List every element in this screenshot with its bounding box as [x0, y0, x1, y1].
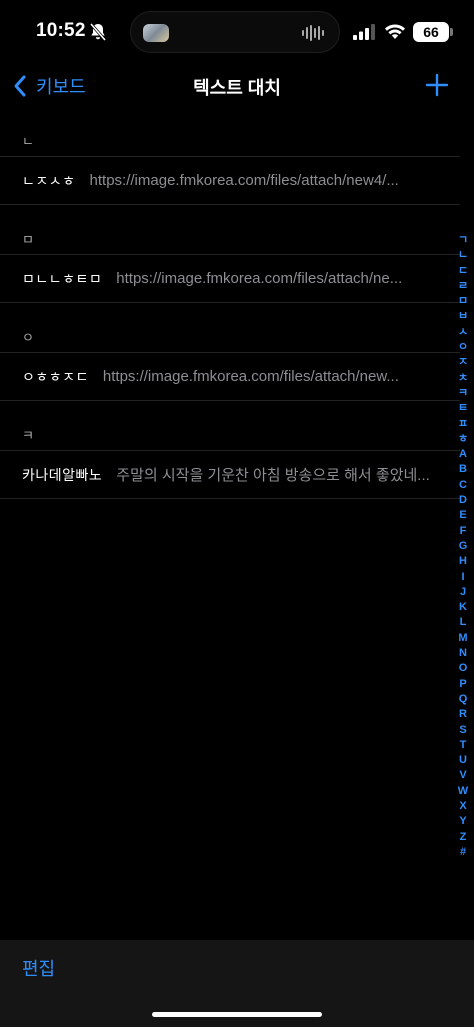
index-letter[interactable]: Y — [459, 814, 466, 829]
replacement-phrase: ㅁㄴㄴㅎㅌㅁ — [22, 270, 103, 287]
replacement-shortcut: 주말의 시작을 기운찬 아침 방송으로 해서 좋았네... — [116, 467, 430, 484]
index-letter[interactable]: ㄴ — [458, 248, 468, 263]
section-header: ㅁ — [22, 232, 34, 247]
status-time: 10:52 — [36, 20, 86, 41]
index-letter[interactable]: ㄹ — [458, 279, 468, 294]
index-letter[interactable]: R — [459, 707, 467, 722]
page-title: 텍스트 대치 — [193, 78, 281, 98]
index-letter[interactable]: # — [460, 845, 466, 860]
index-letter[interactable]: ㅌ — [458, 401, 468, 416]
index-letter[interactable]: L — [460, 615, 467, 630]
silent-bell-icon — [89, 23, 107, 41]
section-header: ㅋ — [22, 428, 34, 443]
section: ㅋ 카나데알빠노 주말의 시작을 기운찬 아침 방송으로 해서 좋았네... — [0, 420, 460, 499]
list-item[interactable]: ㅇㅎㅎㅈㄷ https://image.fmkorea.com/files/at… — [0, 352, 460, 401]
replacement-phrase: ㄴㅈㅅㅎ — [22, 172, 76, 189]
index-letter[interactable]: ㅈ — [458, 355, 468, 370]
battery-indicator: 66 — [413, 22, 449, 42]
index-letter[interactable]: M — [458, 631, 467, 646]
index-letter[interactable]: N — [459, 646, 467, 661]
replacement-shortcut: https://image.fmkorea.com/files/attach/n… — [116, 270, 403, 287]
section: ㅇ ㅇㅎㅎㅈㄷ https://image.fmkorea.com/files/… — [0, 322, 460, 401]
section-index[interactable]: ㄱㄴㄷㄹㅁㅂㅅㅇㅈㅊㅋㅌㅍㅎABCDEFGHIJKLMNOPQRSTUVWXYZ… — [456, 233, 470, 860]
index-letter[interactable]: ㅁ — [458, 294, 468, 309]
replacement-phrase: ㅇㅎㅎㅈㄷ — [22, 368, 89, 385]
index-letter[interactable]: ㅅ — [458, 325, 468, 340]
edit-button[interactable]: 편집 — [22, 955, 55, 981]
index-letter[interactable]: V — [459, 768, 466, 783]
index-letter[interactable]: ㅇ — [458, 340, 468, 355]
index-letter[interactable]: G — [459, 539, 468, 554]
text-replacement-list: ㄴ ㄴㅈㅅㅎ https://image.fmkorea.com/files/a… — [0, 126, 460, 518]
list-item[interactable]: 카나데알빠노 주말의 시작을 기운찬 아침 방송으로 해서 좋았네... — [0, 450, 460, 499]
index-letter[interactable]: W — [458, 784, 468, 799]
index-letter[interactable]: Z — [460, 830, 467, 845]
now-playing-thumbnail — [143, 24, 169, 42]
replacement-shortcut: https://image.fmkorea.com/files/attach/n… — [89, 172, 399, 189]
index-letter[interactable]: U — [459, 753, 467, 768]
index-letter[interactable]: J — [460, 585, 466, 600]
index-letter[interactable]: ㅂ — [458, 309, 468, 324]
dynamic-island[interactable] — [130, 11, 340, 53]
index-letter[interactable]: ㄱ — [458, 233, 468, 248]
section-header: ㄴ — [22, 134, 34, 149]
replacement-shortcut: https://image.fmkorea.com/files/attach/n… — [102, 368, 399, 385]
index-letter[interactable]: Q — [459, 692, 468, 707]
status-bar: 10:52 66 — [0, 0, 474, 64]
index-letter[interactable]: F — [460, 524, 467, 539]
index-letter[interactable]: P — [459, 677, 466, 692]
wifi-icon — [385, 24, 405, 39]
home-indicator[interactable] — [152, 1012, 322, 1017]
index-letter[interactable]: S — [459, 723, 466, 738]
index-letter[interactable]: I — [461, 570, 464, 585]
index-letter[interactable]: D — [459, 493, 467, 508]
index-letter[interactable]: K — [459, 600, 467, 615]
index-letter[interactable]: ㅋ — [458, 386, 468, 401]
index-letter[interactable]: E — [459, 508, 466, 523]
battery-tip — [450, 28, 453, 36]
index-letter[interactable]: H — [459, 554, 467, 569]
index-letter[interactable]: O — [459, 661, 468, 676]
cellular-signal-icon — [353, 24, 375, 40]
index-letter[interactable]: B — [459, 462, 467, 477]
index-letter[interactable]: T — [460, 738, 467, 753]
index-letter[interactable]: ㅍ — [458, 417, 468, 432]
index-letter[interactable]: A — [459, 447, 467, 462]
section: ㄴ ㄴㅈㅅㅎ https://image.fmkorea.com/files/a… — [0, 126, 460, 205]
section: ㅁ ㅁㄴㄴㅎㅌㅁ https://image.fmkorea.com/files… — [0, 224, 460, 303]
replacement-phrase: 카나데알빠노 — [22, 466, 103, 483]
navigation-bar: 키보드 텍스트 대치 — [0, 64, 474, 108]
index-letter[interactable]: ㄷ — [458, 264, 468, 279]
add-icon[interactable] — [422, 70, 452, 100]
index-letter[interactable]: C — [459, 478, 467, 493]
index-letter[interactable]: X — [459, 799, 466, 814]
audio-waveform-icon — [302, 25, 324, 41]
list-item[interactable]: ㅁㄴㄴㅎㅌㅁ https://image.fmkorea.com/files/a… — [0, 254, 460, 303]
index-letter[interactable]: ㅊ — [458, 371, 468, 386]
index-letter[interactable]: ㅎ — [458, 432, 468, 447]
section-header: ㅇ — [22, 330, 34, 345]
list-item[interactable]: ㄴㅈㅅㅎ https://image.fmkorea.com/files/att… — [0, 156, 460, 205]
